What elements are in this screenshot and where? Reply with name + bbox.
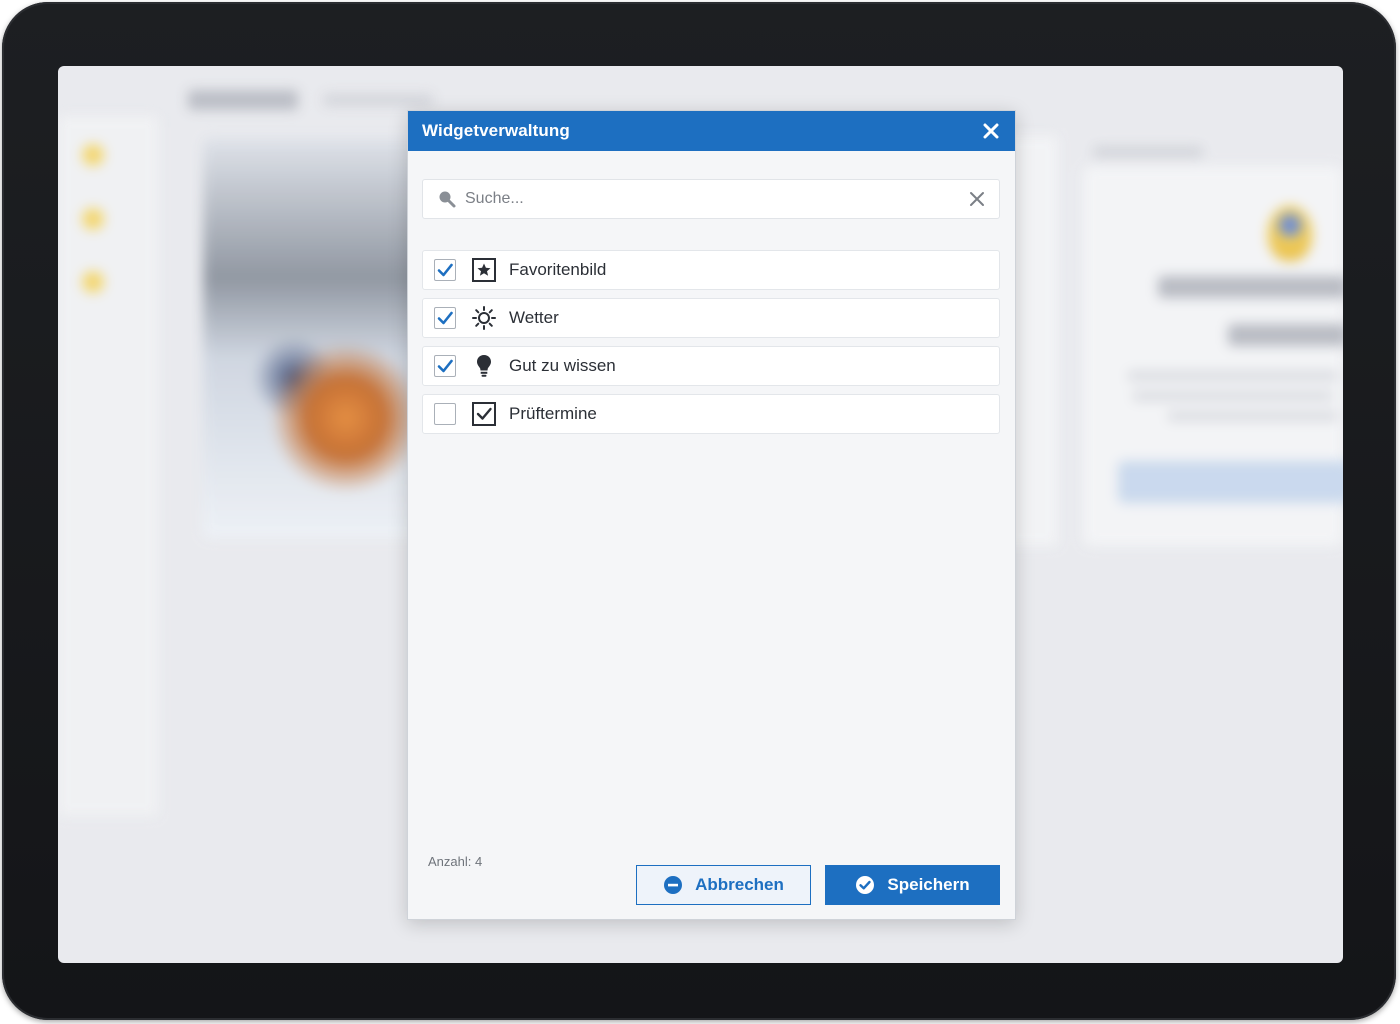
list-item-gut-zu-wissen[interactable]: Gut zu wissen	[422, 346, 1000, 386]
background-sidebar-dot	[82, 144, 104, 166]
background-page-title	[188, 90, 298, 110]
background-text-line	[1133, 391, 1333, 401]
background-medal-icon	[1268, 206, 1312, 261]
background-breadcrumb	[323, 94, 433, 106]
search-box	[422, 179, 1000, 219]
background-text-line	[1168, 411, 1338, 421]
background-headline	[1158, 276, 1343, 298]
background-text-line	[1128, 371, 1338, 381]
sun-icon	[471, 305, 497, 331]
screen: Widgetverwaltung Suche... Favoritenbild …	[58, 66, 1343, 963]
checkbox-checked[interactable]	[434, 355, 456, 377]
star-frame-icon	[471, 257, 497, 283]
search-input[interactable]	[463, 183, 967, 215]
list-item-wetter[interactable]: Wetter	[422, 298, 1000, 338]
lightbulb-icon	[471, 353, 497, 379]
background-sidebar-dot	[82, 271, 104, 293]
checkbox-frame-icon	[471, 401, 497, 427]
minus-circle-icon	[663, 875, 683, 895]
check-circle-icon	[855, 875, 875, 895]
dialog-header: Widgetverwaltung	[408, 111, 1015, 151]
checkbox-checked[interactable]	[434, 307, 456, 329]
background-button	[1118, 461, 1343, 503]
close-icon[interactable]	[981, 121, 1001, 141]
save-button-label: Speichern	[887, 875, 970, 894]
checkbox-checked[interactable]	[434, 259, 456, 281]
dialog-title: Widgetverwaltung	[422, 121, 570, 140]
widget-management-dialog: Widgetverwaltung Suche... Favoritenbild …	[407, 110, 1016, 920]
widget-list: Favoritenbild Wetter Gut zu wissen Prüft…	[422, 250, 1000, 442]
cancel-button-label: Abbrechen	[695, 875, 784, 894]
tablet-frame: Widgetverwaltung Suche... Favoritenbild …	[2, 2, 1396, 1020]
search-icon	[437, 189, 457, 209]
cancel-button[interactable]: Abbrechen	[636, 865, 811, 905]
save-button[interactable]: Speichern	[825, 865, 1000, 905]
background-sidebar	[58, 116, 158, 816]
list-item-label: Prüftermine	[509, 404, 597, 423]
list-item-prueftermine[interactable]: Prüftermine	[422, 394, 1000, 434]
list-item-label: Favoritenbild	[509, 260, 607, 279]
count-label: Anzahl: 4	[428, 854, 483, 869]
clear-icon[interactable]	[967, 189, 987, 209]
list-item-label: Gut zu wissen	[509, 356, 616, 375]
background-card-title	[1093, 146, 1203, 158]
list-item-favoritenbild[interactable]: Favoritenbild	[422, 250, 1000, 290]
list-item-label: Wetter	[509, 308, 559, 327]
background-headline	[1228, 324, 1343, 346]
checkbox-unchecked[interactable]	[434, 403, 456, 425]
background-sidebar-dot	[82, 208, 104, 230]
